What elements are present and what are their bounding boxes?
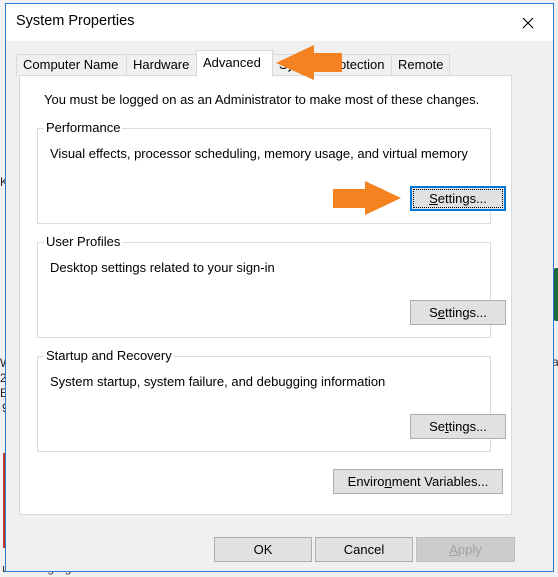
performance-group: Performance Visual effects, processor sc… <box>37 120 506 224</box>
cancel-button[interactable]: Cancel <box>315 537 413 562</box>
tab-computer-name[interactable]: Computer Name <box>16 54 127 76</box>
performance-group-title: Performance <box>44 120 123 135</box>
startup-recovery-group-title: Startup and Recovery <box>44 348 174 363</box>
title-bar[interactable]: System Properties <box>6 4 553 41</box>
advanced-tab-panel: You must be logged on as an Administrato… <box>19 75 512 515</box>
close-button[interactable] <box>513 10 543 36</box>
performance-settings-button[interactable]: Settings... <box>410 186 506 211</box>
window-title: System Properties <box>16 13 135 29</box>
apply-button[interactable]: Apply <box>416 537 515 562</box>
user-profiles-description: Desktop settings related to your sign-in <box>50 260 275 275</box>
tab-remote[interactable]: Remote <box>391 54 450 76</box>
user-profiles-settings-button[interactable]: Settings... <box>410 300 506 325</box>
close-icon <box>522 17 534 29</box>
startup-recovery-group: Startup and Recovery System startup, sys… <box>37 348 506 452</box>
system-properties-dialog: System Properties Computer Name Hardware… <box>5 3 554 572</box>
focus-rectangle <box>413 189 503 208</box>
ok-button[interactable]: OK <box>214 537 312 562</box>
performance-description: Visual effects, processor scheduling, me… <box>50 146 468 161</box>
tab-advanced[interactable]: Advanced <box>196 50 273 77</box>
tab-hardware[interactable]: Hardware <box>126 54 197 76</box>
admin-notice: You must be logged on as an Administrato… <box>44 92 480 107</box>
startup-recovery-settings-button[interactable]: Settings... <box>410 414 506 439</box>
startup-recovery-description: System startup, system failure, and debu… <box>50 374 386 389</box>
environment-variables-button[interactable]: Environment Variables... <box>333 469 503 494</box>
user-profiles-group: User Profiles Desktop settings related t… <box>37 234 506 338</box>
user-profiles-group-title: User Profiles <box>44 234 123 249</box>
tab-system-protection[interactable]: System Protection <box>272 54 392 76</box>
